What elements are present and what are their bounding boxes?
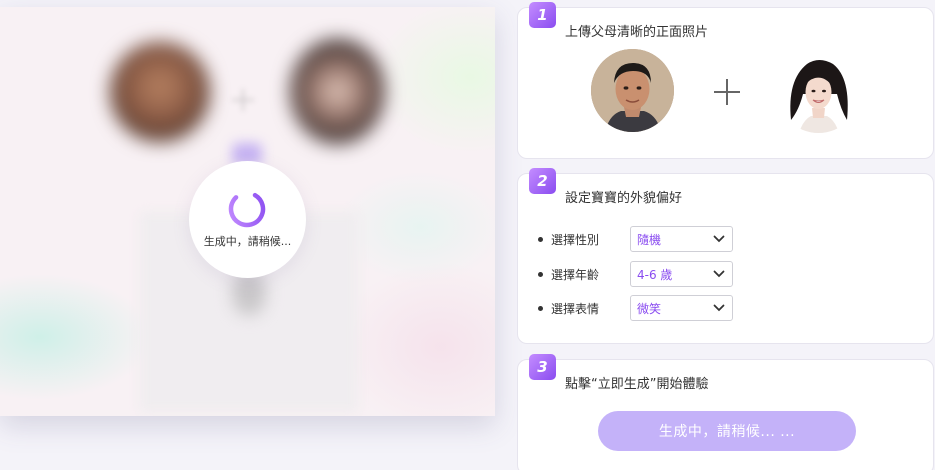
age-value: 4-6 歲 <box>637 267 673 282</box>
expression-select[interactable]: 微笑 <box>630 295 733 321</box>
step-number-badge: 1 <box>529 2 556 28</box>
bullet <box>538 236 543 242</box>
generate-button[interactable]: 生成中，請稍候... ... <box>598 411 856 451</box>
loading-text: 生成中，請稍候... <box>203 235 292 248</box>
blurred-plus-icon <box>232 89 254 111</box>
blurred-father-photo <box>110 42 210 142</box>
chevron-down-icon <box>713 270 725 278</box>
age-label: 選擇年齡 <box>551 267 600 282</box>
chevron-down-icon <box>713 235 725 243</box>
step-title: 上傳父母清晰的正面照片 <box>565 25 709 40</box>
gender-row: 選擇性別 隨機 <box>538 226 733 252</box>
step-title: 點擊“立即生成”開始體驗 <box>565 377 709 392</box>
loading-spinner-icon <box>228 190 266 228</box>
gender-label: 選擇性別 <box>551 232 600 247</box>
expression-label: 選擇表情 <box>551 301 600 316</box>
mother-photo[interactable] <box>777 50 860 133</box>
plus-icon <box>714 79 740 105</box>
step-number-badge: 2 <box>529 168 556 194</box>
bullet <box>538 271 543 277</box>
blurred-mother-photo <box>290 39 385 144</box>
age-row: 選擇年齡 4-6 歲 <box>538 261 733 287</box>
age-select[interactable]: 4-6 歲 <box>630 261 733 287</box>
gender-select[interactable]: 隨機 <box>630 226 733 252</box>
preview-panel: 生成中，請稍候... <box>0 7 495 416</box>
father-photo[interactable] <box>591 49 674 132</box>
step-number-badge: 3 <box>529 354 556 380</box>
gender-value: 隨機 <box>637 232 662 247</box>
expression-value: 微笑 <box>637 301 662 316</box>
loading-overlay: 生成中，請稍候... <box>189 161 306 278</box>
chevron-down-icon <box>713 304 725 312</box>
step-upload-photos: 1 上傳父母清晰的正面照片 <box>517 2 934 159</box>
step-generate: 3 點擊“立即生成”開始體驗 生成中，請稍候... ... <box>517 354 934 470</box>
step-title: 設定寶寶的外貌偏好 <box>565 191 683 206</box>
bullet <box>538 305 543 311</box>
expression-row: 選擇表情 微笑 <box>538 295 733 321</box>
step-appearance-preferences: 2 設定寶寶的外貌偏好 選擇性別 隨機 選擇年齡 4-6 歲 選擇表情 微笑 <box>517 168 934 344</box>
